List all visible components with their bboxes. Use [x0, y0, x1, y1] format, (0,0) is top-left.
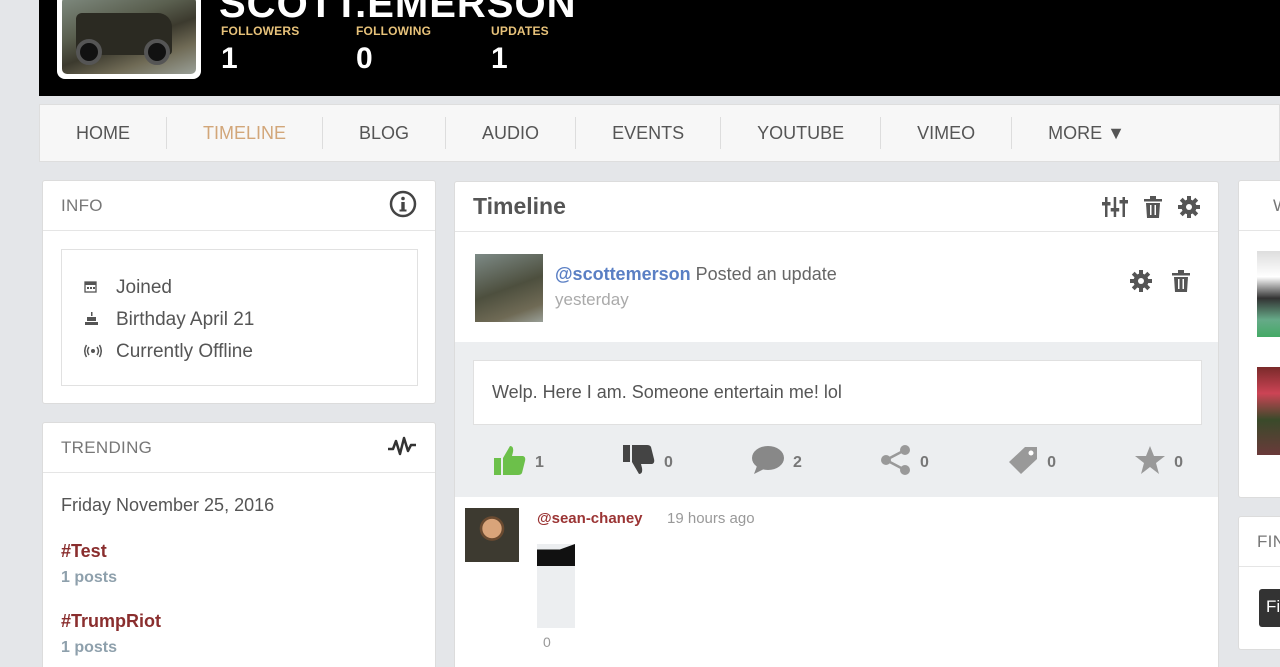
- trending-card: TRENDING Friday November 25, 2016 #Test …: [42, 422, 436, 667]
- nav-events[interactable]: EVENTS: [576, 117, 722, 149]
- like-count: 1: [535, 453, 544, 471]
- comment-timestamp: 19 hours ago: [667, 510, 755, 527]
- info-card-header: INFO: [43, 181, 435, 231]
- hashtag-count: 1 posts: [61, 639, 118, 656]
- info-status-text: Currently Offline: [116, 341, 253, 362]
- commenter-username-link[interactable]: @sean-chaney: [537, 510, 643, 527]
- post-actions: [1130, 270, 1190, 296]
- nav-home[interactable]: HOME: [40, 117, 167, 149]
- profile-header: SCOTT.EMERSON FOLLOWERS 1 FOLLOWING 0 UP…: [39, 0, 1280, 96]
- stat-label: UPDATES: [491, 24, 549, 38]
- nav-more-dropdown[interactable]: MORE ▼: [1012, 117, 1161, 149]
- tag-icon: [1007, 445, 1039, 480]
- trending-card-header: TRENDING: [43, 423, 435, 473]
- nav-timeline[interactable]: TIMELINE: [167, 117, 324, 149]
- post-body: Welp. Here I am. Someone entertain me! l…: [455, 342, 1218, 497]
- gear-icon[interactable]: [1178, 195, 1200, 218]
- stat-value: 1: [491, 42, 508, 75]
- info-title: INFO: [61, 195, 103, 215]
- right-widget-header: WH: [1239, 181, 1280, 231]
- post-reactions: 1 0 2 0 0 0: [493, 444, 1183, 481]
- widget-thumbnail[interactable]: [1257, 251, 1280, 337]
- info-joined-text: Joined: [116, 277, 172, 298]
- favorite-count: 0: [1174, 453, 1183, 471]
- nav-blog[interactable]: BLOG: [323, 117, 447, 149]
- widget-thumbnail[interactable]: [1257, 367, 1280, 455]
- post-header: @scottemerson Posted an update yesterday: [455, 234, 1218, 344]
- thumbs-up-icon: [493, 444, 527, 481]
- tag-count: 0: [1047, 453, 1056, 471]
- thumbs-down-icon: [622, 444, 656, 481]
- trending-date: Friday November 25, 2016: [61, 495, 275, 515]
- info-row-status: Currently Offline: [84, 336, 417, 368]
- post-timestamp[interactable]: yesterday: [555, 290, 629, 310]
- info-details: Joined Birthday April 21 Currently Offli…: [61, 249, 418, 386]
- info-row-birthday: Birthday April 21: [84, 304, 417, 336]
- trash-icon[interactable]: [1144, 195, 1162, 218]
- star-icon: [1134, 445, 1166, 480]
- comment-item: @sean-chaney 19 hours ago 0: [455, 498, 1218, 667]
- right-find-title: FIN: [1257, 531, 1280, 551]
- info-row-joined: Joined: [84, 272, 417, 304]
- stat-following[interactable]: FOLLOWING 0: [356, 24, 431, 76]
- info-icon[interactable]: [389, 190, 417, 222]
- right-find-header: FIN: [1239, 517, 1280, 567]
- right-widget-title: WH: [1257, 196, 1280, 216]
- comment-bubble-icon: [751, 445, 785, 480]
- stat-label: FOLLOWING: [356, 24, 432, 38]
- hashtag-link[interactable]: #TrumpRiot: [61, 611, 161, 632]
- stat-followers[interactable]: FOLLOWERS 1: [221, 24, 299, 76]
- dislike-button[interactable]: 0: [622, 444, 673, 481]
- broadcast-icon: [84, 344, 116, 361]
- nav-vimeo[interactable]: VIMEO: [881, 117, 1013, 149]
- hashtag-count: 1 posts: [61, 569, 118, 586]
- sliders-icon[interactable]: [1102, 196, 1128, 218]
- profile-nav: HOME TIMELINE BLOG AUDIO EVENTS YOUTUBE …: [39, 104, 1280, 162]
- info-card: INFO Joined Birthday April 21 Currently …: [42, 180, 436, 404]
- timeline-title: Timeline: [473, 193, 566, 219]
- comment-button[interactable]: 2: [751, 444, 802, 481]
- timeline-header: Timeline: [455, 182, 1218, 232]
- post-avatar[interactable]: [475, 254, 543, 322]
- post-action-text: Posted an update: [695, 264, 837, 284]
- post-text: Welp. Here I am. Someone entertain me! l…: [473, 360, 1202, 425]
- cake-icon: [84, 311, 116, 329]
- share-button[interactable]: 0: [880, 444, 929, 481]
- stat-value: 0: [356, 42, 373, 75]
- stat-updates[interactable]: UPDATES 1: [491, 24, 549, 76]
- info-birthday-text: Birthday April 21: [116, 309, 255, 330]
- trending-title: TRENDING: [61, 437, 153, 457]
- timeline-card: Timeline @scottemerson Posted an update …: [454, 181, 1219, 667]
- stat-label: FOLLOWERS: [221, 24, 300, 38]
- nav-youtube[interactable]: YOUTUBE: [721, 117, 882, 149]
- hashtag-link[interactable]: #Test: [61, 541, 107, 562]
- post-byline: @scottemerson Posted an update: [555, 264, 837, 285]
- favorite-button[interactable]: 0: [1134, 444, 1183, 481]
- profile-name: SCOTT.EMERSON: [219, 0, 577, 26]
- like-button[interactable]: 1: [493, 444, 544, 481]
- tag-button[interactable]: 0: [1007, 444, 1056, 481]
- stat-value: 1: [221, 42, 238, 75]
- comment-image[interactable]: [537, 544, 575, 628]
- share-count: 0: [920, 453, 929, 471]
- right-widget-card: WH: [1238, 180, 1280, 498]
- post-gear-icon[interactable]: [1130, 270, 1152, 296]
- profile-avatar[interactable]: [57, 0, 201, 79]
- share-icon: [880, 445, 912, 480]
- find-button[interactable]: Fi: [1259, 589, 1280, 627]
- nav-audio[interactable]: AUDIO: [446, 117, 577, 149]
- dislike-count: 0: [664, 453, 673, 471]
- post-trash-icon[interactable]: [1172, 270, 1190, 296]
- right-find-card: FIN Fi: [1238, 516, 1280, 650]
- pulse-icon: [387, 435, 417, 461]
- comment-count: 2: [793, 453, 802, 471]
- comment-like-count[interactable]: 0: [543, 634, 551, 650]
- commenter-avatar[interactable]: [465, 508, 519, 562]
- post-username-link[interactable]: @scottemerson: [555, 264, 691, 284]
- calendar-icon: [84, 280, 116, 296]
